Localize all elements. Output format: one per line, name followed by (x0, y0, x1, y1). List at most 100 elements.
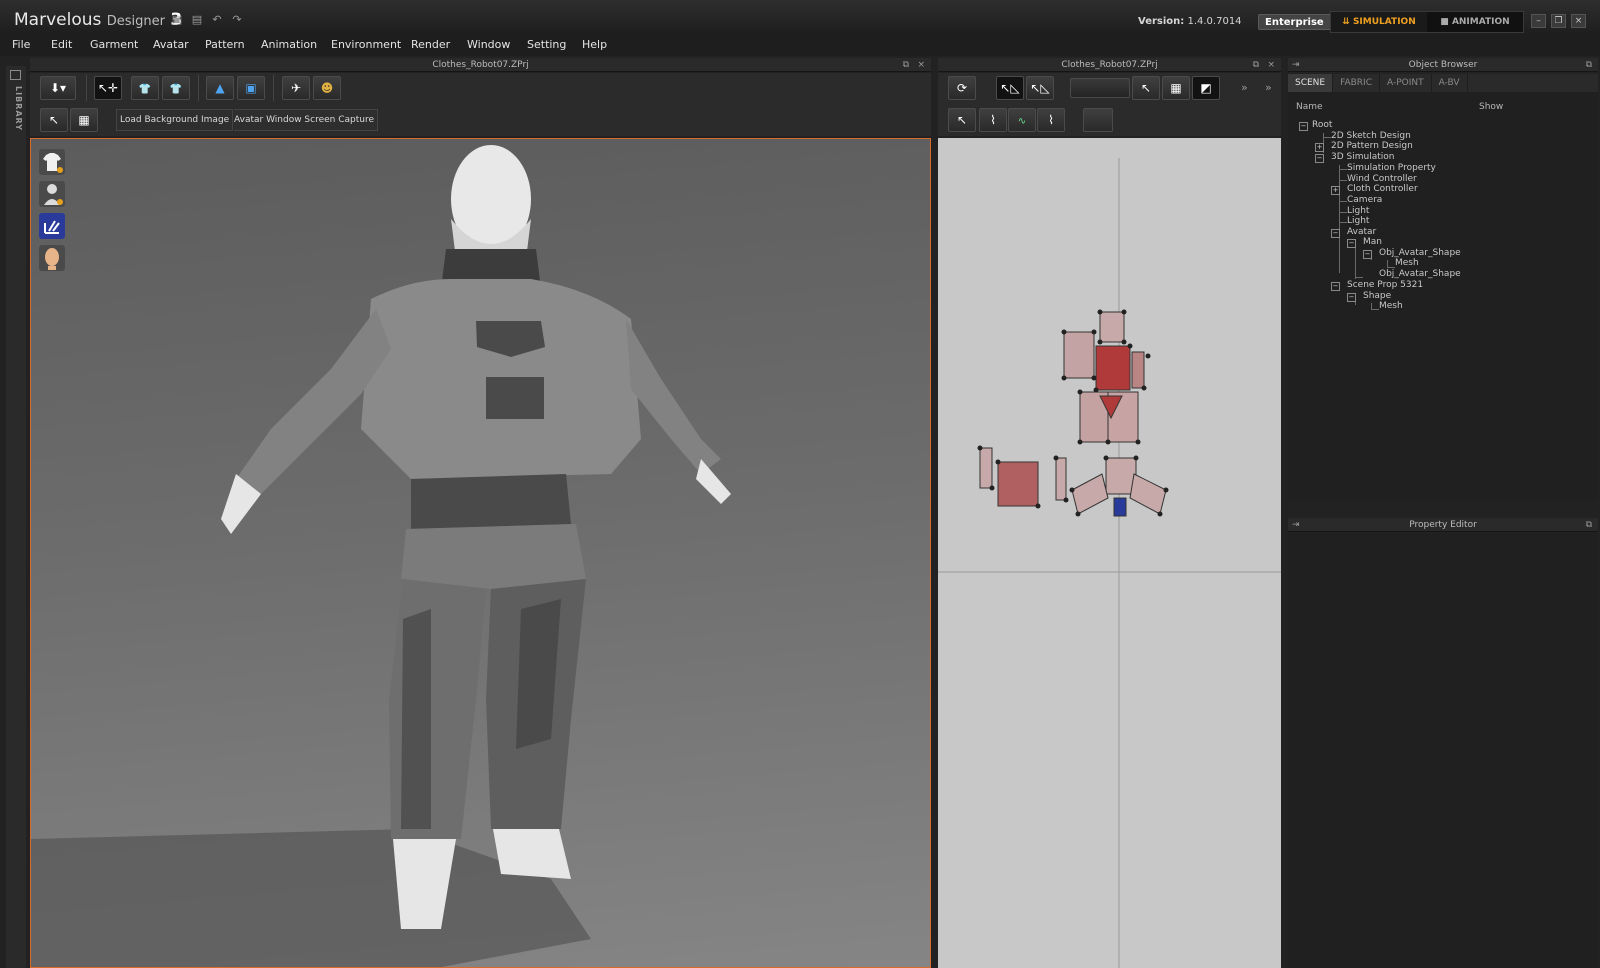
popout-icon[interactable]: ⧉ (903, 59, 909, 71)
collapse-icon[interactable]: − (1299, 122, 1308, 131)
window-controls: – ❐ × (1531, 14, 1586, 28)
chevron-down-icon: ⇊ (1342, 17, 1353, 27)
restore-icon[interactable]: ❐ (1551, 14, 1566, 28)
save-as-icon[interactable]: ▤ (190, 14, 204, 26)
transform-pattern-button[interactable]: ↖◺ (996, 76, 1024, 100)
menu-file[interactable]: File (12, 38, 30, 51)
tree-node-man[interactable]: Man (1363, 237, 1382, 247)
select-move-button[interactable]: ↖✛ (94, 76, 122, 100)
menu-edit[interactable]: Edit (51, 38, 72, 51)
select-garment-button[interactable]: 👕 (131, 76, 159, 100)
object-browser: Name Show − Root 2D Sketch Design + 2D P (1288, 92, 1598, 500)
tree-node-light[interactable]: Light (1347, 216, 1369, 226)
tree-node-3d-simulation[interactable]: 3D Simulation (1331, 152, 1394, 162)
menu-garment[interactable]: Garment (90, 38, 138, 51)
tree-node-obj-avatar-shape[interactable]: Obj_Avatar_Shape (1379, 269, 1461, 279)
viewport-2d[interactable] (938, 138, 1281, 968)
pose-button[interactable]: ✈ (282, 76, 310, 100)
tree-node-simulation-property[interactable]: Simulation Property (1347, 163, 1436, 173)
free-sew-button[interactable]: ∿ (1008, 108, 1036, 132)
collapse-icon[interactable]: − (1347, 239, 1356, 248)
tree-node-wind-controller[interactable]: Wind Controller (1347, 174, 1417, 184)
collapse-icon[interactable]: − (1331, 282, 1340, 291)
tree-node-root[interactable]: Root (1312, 120, 1332, 130)
simulation-mode-button[interactable]: ⇊ SIMULATION (1331, 12, 1427, 32)
tab-scene[interactable]: SCENE (1288, 74, 1334, 92)
save-icon[interactable]: ▣ (170, 14, 184, 26)
avatar-button[interactable]: ☻ (313, 76, 341, 100)
menu-animation[interactable]: Animation (261, 38, 317, 51)
pin-icon[interactable]: ⇥ (1292, 519, 1300, 531)
animation-mode-button[interactable]: ■ ANIMATION (1427, 12, 1523, 32)
pin-icon[interactable]: ⇥ (1292, 59, 1300, 71)
menu-help[interactable]: Help (582, 38, 607, 51)
tree-node-2d-sketch-design[interactable]: 2D Sketch Design (1331, 131, 1411, 141)
tree-node-obj-avatar-shape[interactable]: Obj_Avatar_Shape (1379, 248, 1461, 258)
tab-a-bv[interactable]: A-BV (1432, 74, 1468, 92)
import-dropdown-button[interactable]: ⬇▾ (40, 76, 76, 100)
tree-node-camera[interactable]: Camera (1347, 195, 1382, 205)
collapse-icon[interactable]: − (1331, 229, 1340, 238)
tree-node-avatar[interactable]: Avatar (1347, 227, 1376, 237)
select-point-button[interactable]: ↖ (40, 108, 68, 132)
chevron-right-icon[interactable]: » (1241, 82, 1248, 94)
tree-node-cloth-controller[interactable]: Cloth Controller (1347, 184, 1418, 194)
close-icon[interactable]: × (917, 59, 925, 71)
tab-fabric[interactable]: FABRIC (1333, 74, 1380, 92)
object-browser-tabs: SCENE FABRIC A-POINT A-BV (1288, 74, 1598, 92)
grid-icon: ▦ (78, 113, 90, 127)
select-pattern-button[interactable]: ↖ (1132, 76, 1160, 100)
undo-icon[interactable]: ↶ (210, 14, 224, 26)
sewing-icon: ∿ (1017, 116, 1027, 127)
tree-node-2d-pattern-design[interactable]: 2D Pattern Design (1331, 141, 1413, 151)
select-segment-button[interactable]: ↖ (948, 108, 976, 132)
popout-icon[interactable]: ⧉ (1253, 59, 1259, 71)
reset-2d-button[interactable]: ⟳ (948, 76, 976, 100)
chevron-right-icon[interactable]: » (1265, 82, 1272, 94)
collapse-icon[interactable]: − (1347, 293, 1356, 302)
tree-node-shape[interactable]: Shape (1363, 291, 1391, 301)
menu-pattern[interactable]: Pattern (205, 38, 245, 51)
tab-a-point[interactable]: A-POINT (1380, 74, 1432, 92)
collapse-icon[interactable]: − (1363, 250, 1372, 259)
empty-tool-button[interactable] (1083, 108, 1113, 132)
expand-icon[interactable]: + (1315, 143, 1324, 152)
gift-button[interactable]: ▣ (237, 76, 265, 100)
redo-icon[interactable]: ↷ (230, 14, 244, 26)
menu-environment[interactable]: Environment (331, 38, 401, 51)
toolbar-3d: ⬇▾ ↖✛ 👕 👕 ▲ ▣ ✈ ☻ (30, 73, 931, 103)
edit-pattern-button[interactable]: ↖◺ (1026, 76, 1054, 100)
menu-render[interactable]: Render (411, 38, 450, 51)
texture-button[interactable]: ▦ (70, 108, 98, 132)
app-name: Marvelous (14, 10, 102, 30)
collapse-icon[interactable]: − (1315, 154, 1324, 163)
object-browser-title: Object Browser (1408, 60, 1478, 70)
library-tab[interactable]: LIBRARY (6, 66, 26, 968)
fold-button[interactable]: ▲ (206, 76, 234, 100)
menu-window[interactable]: Window (467, 38, 510, 51)
tree-node-mesh[interactable]: Mesh (1379, 301, 1403, 311)
minimize-icon[interactable]: – (1531, 14, 1546, 28)
load-background-image-button[interactable]: Load Background Image (116, 109, 234, 131)
popout-icon[interactable]: ⧉ (1586, 519, 1592, 531)
tree-node-light[interactable]: Light (1347, 206, 1369, 216)
pattern-color-button[interactable]: ◩ (1192, 76, 1220, 100)
menu-setting[interactable]: Setting (527, 38, 566, 51)
tree-node-mesh[interactable]: Mesh (1395, 258, 1419, 268)
shirt-icon: 👕 (138, 84, 152, 95)
close-icon[interactable]: × (1267, 59, 1275, 71)
avatar-icon: ☻ (320, 81, 334, 95)
sew-button[interactable]: ⌇ (979, 108, 1007, 132)
select-mesh-button[interactable]: 👕 (162, 76, 190, 100)
check-sew-button[interactable]: ⌇ (1037, 108, 1065, 132)
texture-2d-button[interactable]: ▦ (1162, 76, 1190, 100)
tree-node-scene-prop[interactable]: Scene Prop 5321 (1347, 280, 1423, 290)
menu-avatar[interactable]: Avatar (153, 38, 189, 51)
pattern-slider[interactable] (1070, 78, 1130, 98)
close-icon[interactable]: × (1571, 14, 1586, 28)
avatar-window-screen-capture-button[interactable]: Avatar Window Screen Capture (234, 109, 379, 131)
grid-icon: ◩ (1200, 81, 1212, 95)
popout-icon[interactable]: ⧉ (1586, 59, 1592, 71)
viewport-3d[interactable] (30, 138, 931, 968)
expand-icon[interactable]: + (1331, 186, 1340, 195)
